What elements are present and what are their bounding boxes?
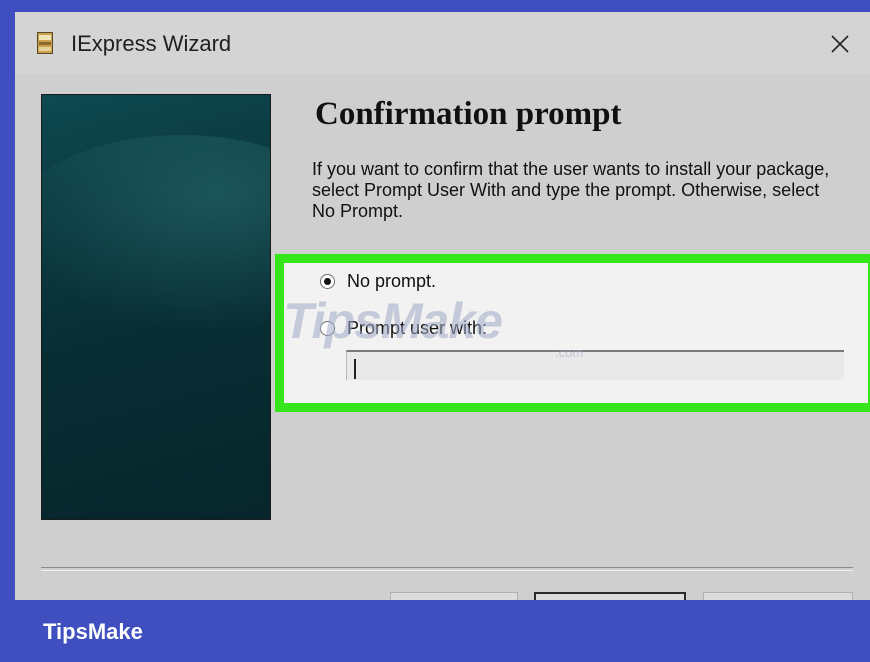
page-heading: Confirmation prompt bbox=[315, 96, 622, 132]
footer-bar: TipsMake bbox=[0, 600, 870, 662]
page-description: If you want to confirm that the user wan… bbox=[312, 159, 830, 221]
no-prompt-radio[interactable] bbox=[320, 273, 335, 289]
footer-brand: TipsMake bbox=[43, 619, 143, 644]
prompt-options-group: No prompt. Prompt user with: bbox=[275, 254, 870, 412]
back-button[interactable] bbox=[390, 592, 518, 600]
wizard-banner-image bbox=[41, 94, 271, 520]
prompt-user-option[interactable]: Prompt user with: bbox=[320, 316, 487, 340]
wizard-window: IExpress Wizard Confirmation prompt If y… bbox=[15, 12, 870, 600]
prompt-text-input[interactable] bbox=[346, 350, 844, 380]
cancel-button[interactable] bbox=[703, 592, 853, 600]
iexpress-app-icon bbox=[37, 32, 53, 54]
close-icon bbox=[831, 35, 849, 53]
button-area-separator bbox=[41, 567, 853, 571]
window-title: IExpress Wizard bbox=[71, 31, 232, 56]
next-button[interactable] bbox=[534, 592, 686, 600]
no-prompt-label: No prompt. bbox=[347, 270, 437, 291]
close-button[interactable] bbox=[810, 12, 870, 74]
prompt-user-radio[interactable] bbox=[320, 320, 335, 336]
text-caret bbox=[354, 359, 356, 379]
title-bar: IExpress Wizard bbox=[15, 12, 870, 74]
prompt-user-label: Prompt user with: bbox=[347, 317, 488, 338]
no-prompt-option[interactable]: No prompt. bbox=[320, 269, 436, 293]
